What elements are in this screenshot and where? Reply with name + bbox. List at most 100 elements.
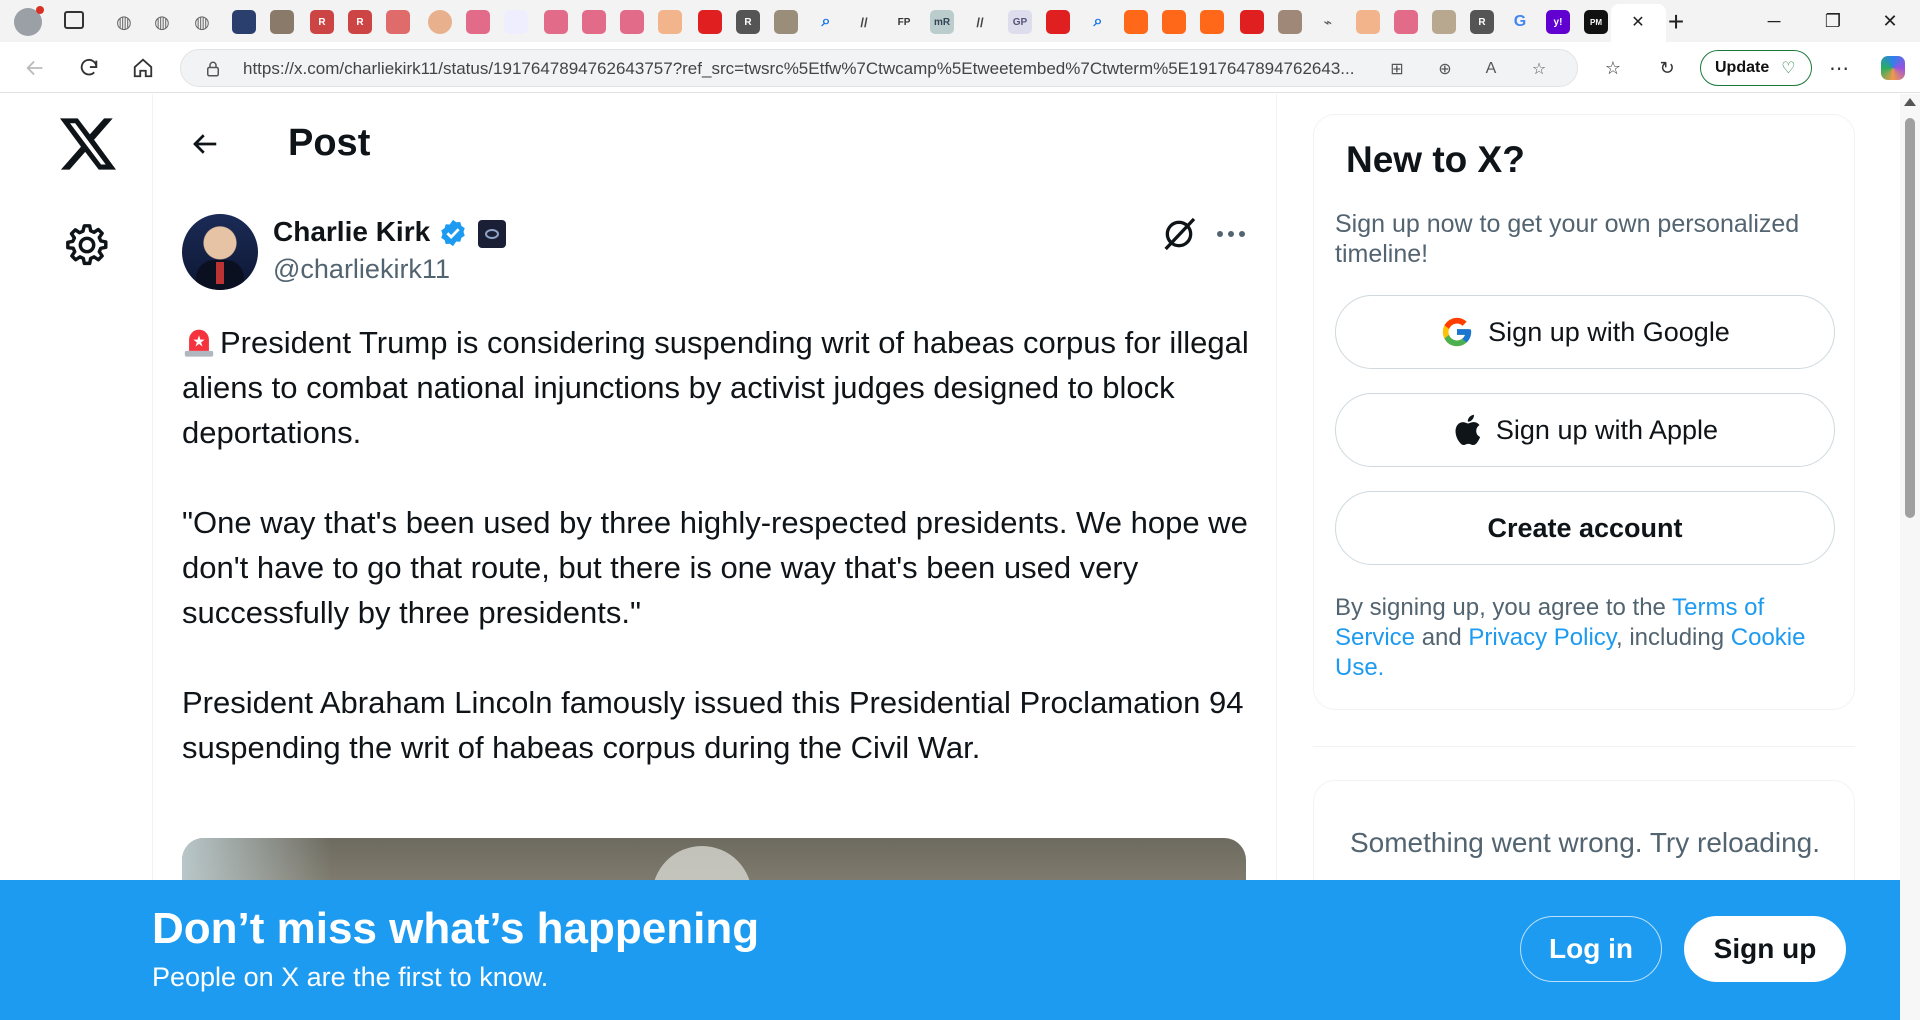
signup-card: New to X? Sign up now to get your own pe…: [1313, 114, 1855, 710]
tab-favicon-doc[interactable]: [270, 10, 294, 34]
refresh-button[interactable]: [72, 51, 106, 85]
zoom-icon[interactable]: ⊕: [1433, 57, 1457, 81]
tab-favicon-google[interactable]: G: [1508, 10, 1532, 34]
url-text[interactable]: https://x.com/charliekirk11/status/19176…: [243, 59, 1543, 79]
avatar-tie: [216, 262, 224, 284]
tab-favicon-search[interactable]: ⌕: [1086, 10, 1110, 34]
copilot-icon[interactable]: [1876, 51, 1910, 85]
create-account-label: Create account: [1487, 512, 1683, 543]
terms-prefix: By signing up, you agree to the: [1335, 594, 1673, 621]
profile-notification-dot: [36, 6, 44, 14]
tab-favicon-substack[interactable]: [1124, 10, 1148, 34]
sidebar-divider: [1313, 746, 1855, 747]
back-button[interactable]: [18, 51, 52, 85]
signup-apple-button[interactable]: Sign up with Apple: [1335, 393, 1835, 467]
tab-favicon-substack[interactable]: [1162, 10, 1186, 34]
minimize-window-icon[interactable]: ─: [1756, 8, 1792, 34]
favorites-button[interactable]: ☆: [1596, 51, 1630, 85]
browser-toolbar: https://x.com/charliekirk11/status/19176…: [0, 42, 1920, 93]
google-icon: [1443, 317, 1472, 347]
tab-favicon-video[interactable]: [582, 10, 606, 34]
address-bar[interactable]: https://x.com/charliekirk11/status/19176…: [180, 49, 1578, 87]
tab-favicon-blog[interactable]: [658, 10, 682, 34]
banner-subtitle: People on X are the first to know.: [152, 962, 549, 992]
tab-favicon-chart[interactable]: ⌁: [1316, 10, 1340, 34]
home-button[interactable]: [126, 51, 160, 85]
scroll-thumb[interactable]: [1905, 118, 1915, 518]
tab-favicon-pages[interactable]: //: [968, 10, 992, 34]
tab-favicon-search[interactable]: ⌕: [814, 10, 838, 34]
favorite-star-icon[interactable]: ☆: [1527, 57, 1551, 81]
tab-favicon-circle[interactable]: [428, 10, 452, 34]
tab-favicon-photo[interactable]: [1432, 10, 1456, 34]
tab-favicon-substack[interactable]: [1200, 10, 1224, 34]
login-button[interactable]: Log in: [1520, 916, 1662, 982]
more-dots-icon[interactable]: [1211, 214, 1251, 254]
signup-google-button[interactable]: Sign up with Google: [1335, 295, 1835, 369]
tab-favicon-youtube[interactable]: [1240, 10, 1264, 34]
tab-favicon-gp[interactable]: GP: [1008, 10, 1032, 34]
tab-favicon-video[interactable]: [466, 10, 490, 34]
create-account-button[interactable]: Create account: [1335, 491, 1835, 565]
tab-favicon-r[interactable]: R: [1470, 10, 1494, 34]
gear-icon[interactable]: [64, 222, 110, 268]
tab-favicon-photo[interactable]: [1278, 10, 1302, 34]
tab-favicon-image[interactable]: [774, 10, 798, 34]
back-arrow-button[interactable]: [183, 122, 227, 166]
read-aloud-icon[interactable]: A: [1479, 57, 1503, 81]
tab-favicon-fp[interactable]: FP: [892, 10, 916, 34]
privacy-policy-link[interactable]: Privacy Policy: [1468, 624, 1616, 651]
tab-favicon-youtube[interactable]: [1046, 10, 1070, 34]
signup-banner: Don’t miss what’s happening People on X …: [0, 880, 1900, 1020]
tab-favicon-r[interactable]: R: [310, 10, 334, 34]
tab-favicon-r[interactable]: R: [348, 10, 372, 34]
grok-icon[interactable]: [1159, 214, 1199, 254]
author-handle[interactable]: @charliekirk11: [273, 254, 450, 285]
apple-icon: [1455, 414, 1481, 446]
arrow-left-icon: [193, 134, 217, 154]
tab-favicon-video[interactable]: [620, 10, 644, 34]
tab-favicon-globe[interactable]: ◍: [112, 10, 136, 34]
x-logo-icon[interactable]: [60, 118, 116, 170]
tab-favicon-globe[interactable]: ◍: [190, 10, 214, 34]
tab-favicon-video[interactable]: [1394, 10, 1418, 34]
settings-more-button[interactable]: ⋯: [1822, 51, 1856, 85]
new-tab-button[interactable]: +: [1660, 6, 1692, 38]
page-scrollbar[interactable]: [1900, 94, 1920, 1020]
tab-favicon-pages[interactable]: //: [852, 10, 876, 34]
tab-favicon-video[interactable]: [544, 10, 568, 34]
tab-favicon-pdf[interactable]: [386, 10, 410, 34]
affiliate-badge-icon[interactable]: [478, 220, 506, 248]
signup-apple-label: Sign up with Apple: [1495, 414, 1719, 445]
verified-badge-icon[interactable]: [438, 218, 468, 248]
signup-button[interactable]: Sign up: [1684, 916, 1846, 982]
post-paragraph-1: President Trump is considering suspendin…: [182, 325, 1249, 450]
restore-window-icon[interactable]: ❐: [1815, 8, 1851, 34]
update-button[interactable]: Update ♡: [1700, 50, 1812, 86]
tab-favicon-yahoo[interactable]: y!: [1546, 10, 1570, 34]
tab-favicon-globe[interactable]: ◍: [150, 10, 174, 34]
site-info-icon[interactable]: [201, 57, 225, 81]
tab-favicon-mr[interactable]: mR: [930, 10, 954, 34]
post-paragraph-3: President Abraham Lincoln famously issue…: [182, 685, 1244, 765]
tab-favicon-wiki[interactable]: [504, 10, 528, 34]
tab-favicon-news[interactable]: [232, 10, 256, 34]
history-button[interactable]: ↻: [1650, 51, 1684, 85]
tab-favicon-r[interactable]: R: [736, 10, 760, 34]
close-window-icon[interactable]: ✕: [1872, 8, 1908, 34]
author-name[interactable]: Charlie Kirk: [273, 216, 430, 248]
home-icon: [133, 58, 153, 78]
page-title: Post: [288, 122, 371, 164]
tab-favicon-youtube[interactable]: [698, 10, 722, 34]
signup-google-label: Sign up with Google: [1488, 316, 1730, 347]
tab-close-button[interactable]: ✕: [1626, 10, 1650, 34]
signup-terms-text: By signing up, you agree to the Terms of…: [1335, 593, 1845, 683]
update-label: Update: [1715, 59, 1770, 76]
app-available-icon[interactable]: ⊞: [1385, 57, 1409, 81]
tab-favicon-pm[interactable]: PM: [1584, 10, 1608, 34]
avatar[interactable]: [182, 214, 258, 290]
scroll-up-arrow-icon[interactable]: [1904, 98, 1916, 106]
tab-actions-icon[interactable]: [64, 11, 84, 29]
refresh-icon: [80, 58, 98, 76]
tab-favicon-blog[interactable]: [1356, 10, 1380, 34]
